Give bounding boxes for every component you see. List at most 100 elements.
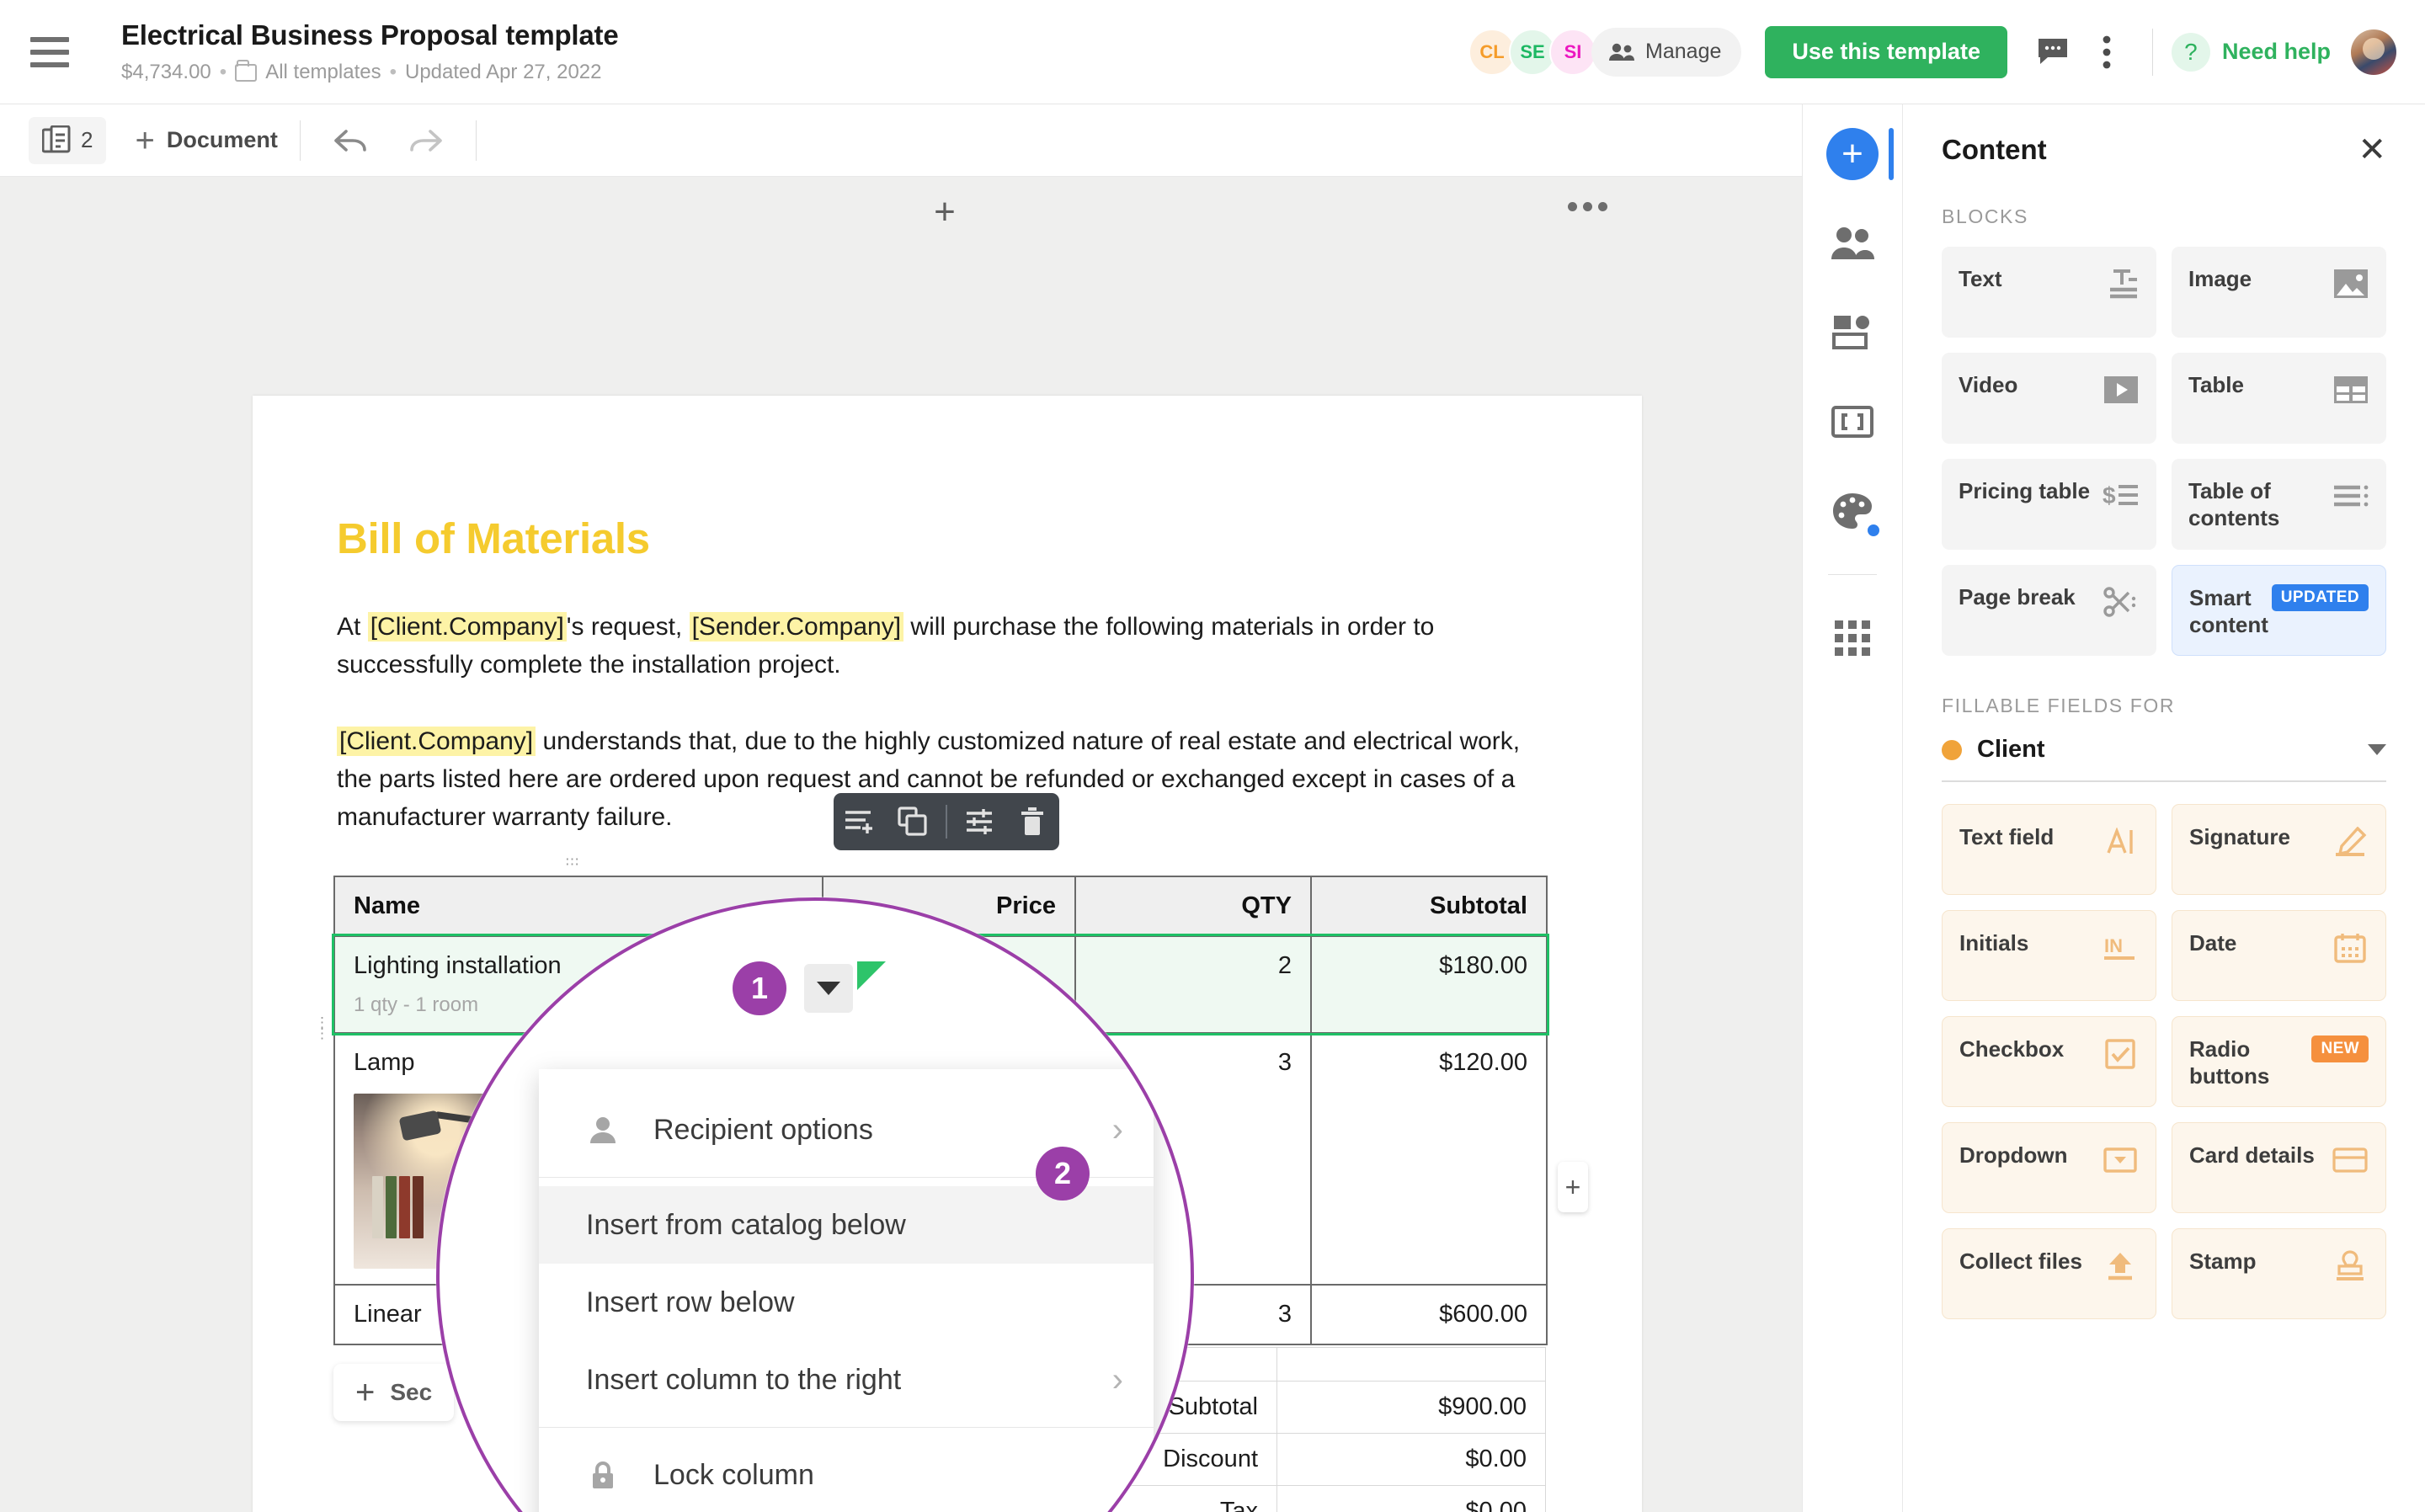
table-icon <box>2332 371 2369 408</box>
rail-apps-button[interactable] <box>1826 612 1879 664</box>
avatar[interactable]: SI <box>1549 28 1597 76</box>
collaborator-avatars: CL SE SI <box>1468 28 1597 76</box>
field-radio-buttons[interactable]: Radio buttons NEW <box>2172 1016 2386 1107</box>
client-company-token-2: [Client.Company] <box>337 727 536 756</box>
chat-bubble-icon <box>2038 38 2067 64</box>
document-heading: Bill of Materials <box>337 514 650 562</box>
field-collect-files[interactable]: Collect files <box>1942 1228 2156 1319</box>
rail-layout-button[interactable] <box>1826 306 1879 359</box>
totals-value: $0.00 <box>1276 1485 1546 1512</box>
totals-value: $900.00 <box>1276 1381 1546 1434</box>
top-header-bar: Electrical Business Proposal template $4… <box>0 0 2425 104</box>
column-header-subtotal[interactable]: Subtotal <box>1310 876 1548 937</box>
block-table[interactable]: Table <box>2172 353 2386 444</box>
question-mark-icon: ? <box>2171 32 2210 72</box>
rail-recipients-button[interactable] <box>1826 217 1879 269</box>
block-smart-content[interactable]: Smart content UPDATED <box>2172 565 2386 656</box>
add-section-label: Sec <box>390 1379 433 1405</box>
upload-icon <box>2102 1248 2139 1285</box>
rail-variables-button[interactable] <box>1826 396 1879 448</box>
add-block-icon[interactable] <box>841 802 880 841</box>
delete-block-icon[interactable] <box>1013 802 1052 841</box>
rail-theme-button[interactable] <box>1826 485 1882 539</box>
undo-button[interactable] <box>322 114 376 168</box>
field-label: Date <box>2189 930 2237 956</box>
totals-value: $0.00 <box>1276 1433 1546 1486</box>
panel-header: Content ✕ <box>1942 104 2386 167</box>
field-initials[interactable]: Initials IN <box>1942 910 2156 1001</box>
cell-subtotal[interactable]: $180.00 <box>1310 935 1548 1034</box>
meta-separator: • <box>219 61 227 83</box>
add-column-button[interactable]: + <box>1558 1162 1588 1212</box>
comments-icon[interactable] <box>2026 25 2080 79</box>
field-dropdown[interactable]: Dropdown <box>1942 1122 2156 1213</box>
toolbar-divider-2 <box>475 120 477 161</box>
people-icon <box>1609 43 1635 61</box>
trash-icon <box>1021 807 1043 835</box>
field-text-field[interactable]: Text field <box>1942 804 2156 895</box>
field-label: Card details <box>2189 1142 2315 1168</box>
use-this-template-button[interactable]: Use this template <box>1765 25 2007 78</box>
step-badge-2: 2 <box>1036 1147 1090 1201</box>
add-document-label: Document <box>166 127 278 152</box>
cell-subtotal[interactable]: $120.00 <box>1310 1032 1548 1286</box>
block-pricing-table[interactable]: Pricing table $ <box>1942 459 2156 550</box>
block-video[interactable]: Video <box>1942 353 2156 444</box>
chevron-right-icon: › <box>1111 1110 1123 1148</box>
more-options-icon[interactable] <box>2080 25 2134 79</box>
field-label: Collect files <box>1959 1248 2082 1274</box>
add-document-button[interactable]: + Document <box>135 124 277 157</box>
cell-subtotal[interactable]: $600.00 <box>1310 1284 1548 1345</box>
chevron-right-icon: › <box>1111 1360 1123 1398</box>
calendar-icon <box>2332 929 2369 966</box>
block-image[interactable]: Image <box>2172 247 2386 338</box>
field-stamp[interactable]: Stamp <box>2172 1228 2386 1319</box>
sliders-icon <box>967 809 992 834</box>
cell-dropdown-button[interactable] <box>804 964 853 1013</box>
rail-add-content-button[interactable]: + <box>1826 128 1894 180</box>
block-table-of-contents[interactable]: Table of contents <box>2172 459 2386 550</box>
manage-button[interactable]: Manage <box>1591 27 1742 77</box>
page-tools: + <box>0 177 1886 248</box>
field-date[interactable]: Date <box>2172 910 2386 1001</box>
block-settings-icon[interactable] <box>961 802 999 841</box>
chevron-down-icon <box>2368 744 2386 755</box>
redo-button[interactable] <box>400 114 454 168</box>
menu-item-lock-column[interactable]: Lock column <box>539 1436 1154 1512</box>
folder-name[interactable]: All templates <box>265 61 381 84</box>
scissors-icon <box>2103 583 2140 620</box>
menu-hamburger-icon[interactable] <box>30 36 69 67</box>
pages-button[interactable]: 2 <box>29 116 107 164</box>
user-avatar[interactable] <box>2351 29 2396 75</box>
block-text[interactable]: Text <box>1942 247 2156 338</box>
menu-item-insert-row-below[interactable]: Insert row below <box>539 1264 1154 1341</box>
fillable-fields-label: FILLABLE FIELDS FOR <box>1942 695 2176 716</box>
menu-item-insert-column-right[interactable]: Insert column to the right › <box>539 1341 1154 1419</box>
block-label: Video <box>1959 372 2018 397</box>
close-icon[interactable]: ✕ <box>2358 133 2386 167</box>
insert-block-plus-icon[interactable]: + <box>926 194 963 232</box>
field-checkbox[interactable]: Checkbox <box>1942 1016 2156 1107</box>
image-icon <box>2332 265 2369 302</box>
duplicate-block-icon[interactable] <box>893 802 932 841</box>
blocks-section-label: BLOCKS <box>1942 205 2028 227</box>
menu-item-label: Insert row below <box>586 1286 795 1318</box>
field-signature[interactable]: Signature <box>2172 804 2386 895</box>
page-more-options-icon[interactable] <box>1568 202 1607 211</box>
field-card-details[interactable]: Card details <box>2172 1122 2386 1213</box>
video-icon <box>2103 371 2140 408</box>
person-icon <box>586 1115 620 1144</box>
block-page-break[interactable]: Page break <box>1942 565 2156 656</box>
menu-item-label: Recipient options <box>653 1113 873 1146</box>
need-help-button[interactable]: ? Need help <box>2171 32 2331 72</box>
recipient-selector[interactable]: Client <box>1942 736 2386 782</box>
toolbar-separator <box>946 805 947 839</box>
add-section-button[interactable]: + Sec <box>333 1364 455 1421</box>
rail-active-indicator <box>1889 128 1894 180</box>
menu-item-label: Insert column to the right <box>586 1363 902 1396</box>
block-label: Table of contents <box>2188 478 2280 530</box>
table-drag-handle-top[interactable]: ⋯ ⋯ <box>565 852 590 871</box>
table-drag-handle-left[interactable]: ⋮ ⋮ <box>315 1015 329 1041</box>
svg-text:IN: IN <box>2104 935 2123 956</box>
field-label: Checkbox <box>1959 1036 2065 1062</box>
